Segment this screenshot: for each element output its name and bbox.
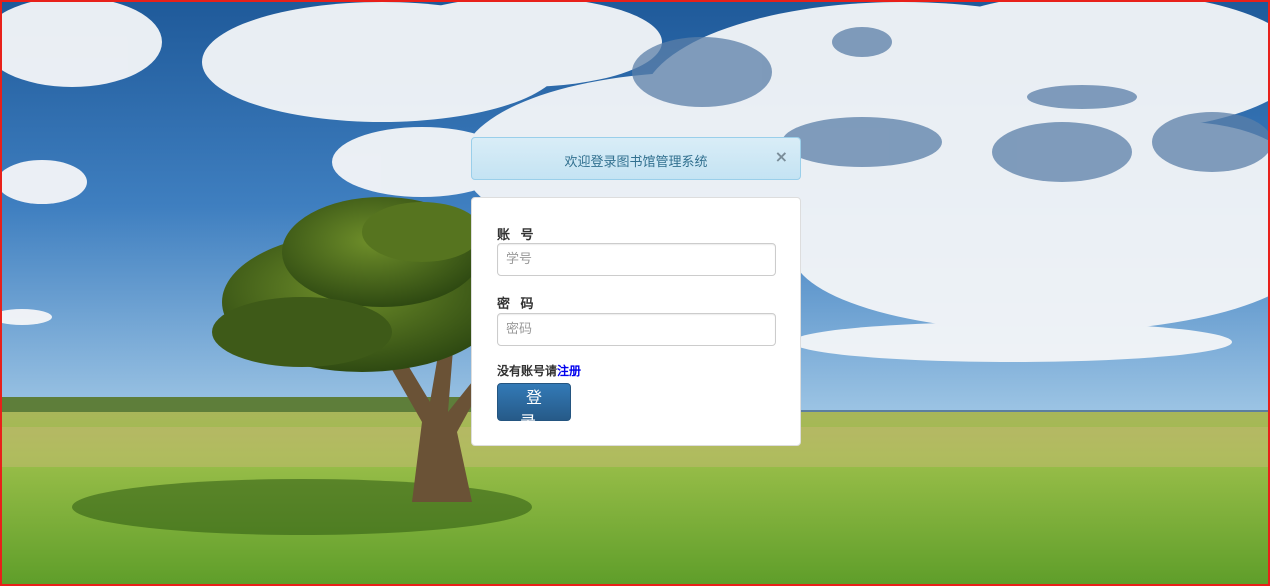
register-prompt: 没有账号请注册 (497, 362, 581, 379)
register-link[interactable]: 注册 (557, 364, 581, 378)
account-input[interactable] (497, 243, 776, 276)
password-label: 密 码 (497, 297, 537, 312)
login-panel: 账 号 密 码 没有账号请注册 登 录 (471, 197, 801, 446)
no-account-text: 没有账号请 (497, 364, 558, 378)
login-button[interactable]: 登 录 (497, 383, 571, 431)
account-label: 账 号 (497, 228, 537, 243)
password-input[interactable] (497, 313, 776, 346)
close-icon[interactable]: × (775, 149, 788, 165)
page-frame: 欢迎登录图书馆管理系统 × 账 号 密 码 没有账号请注册 登 录 (0, 0, 1270, 586)
welcome-message: 欢迎登录图书馆管理系统 (564, 155, 708, 170)
welcome-alert: 欢迎登录图书馆管理系统 × (471, 137, 801, 180)
